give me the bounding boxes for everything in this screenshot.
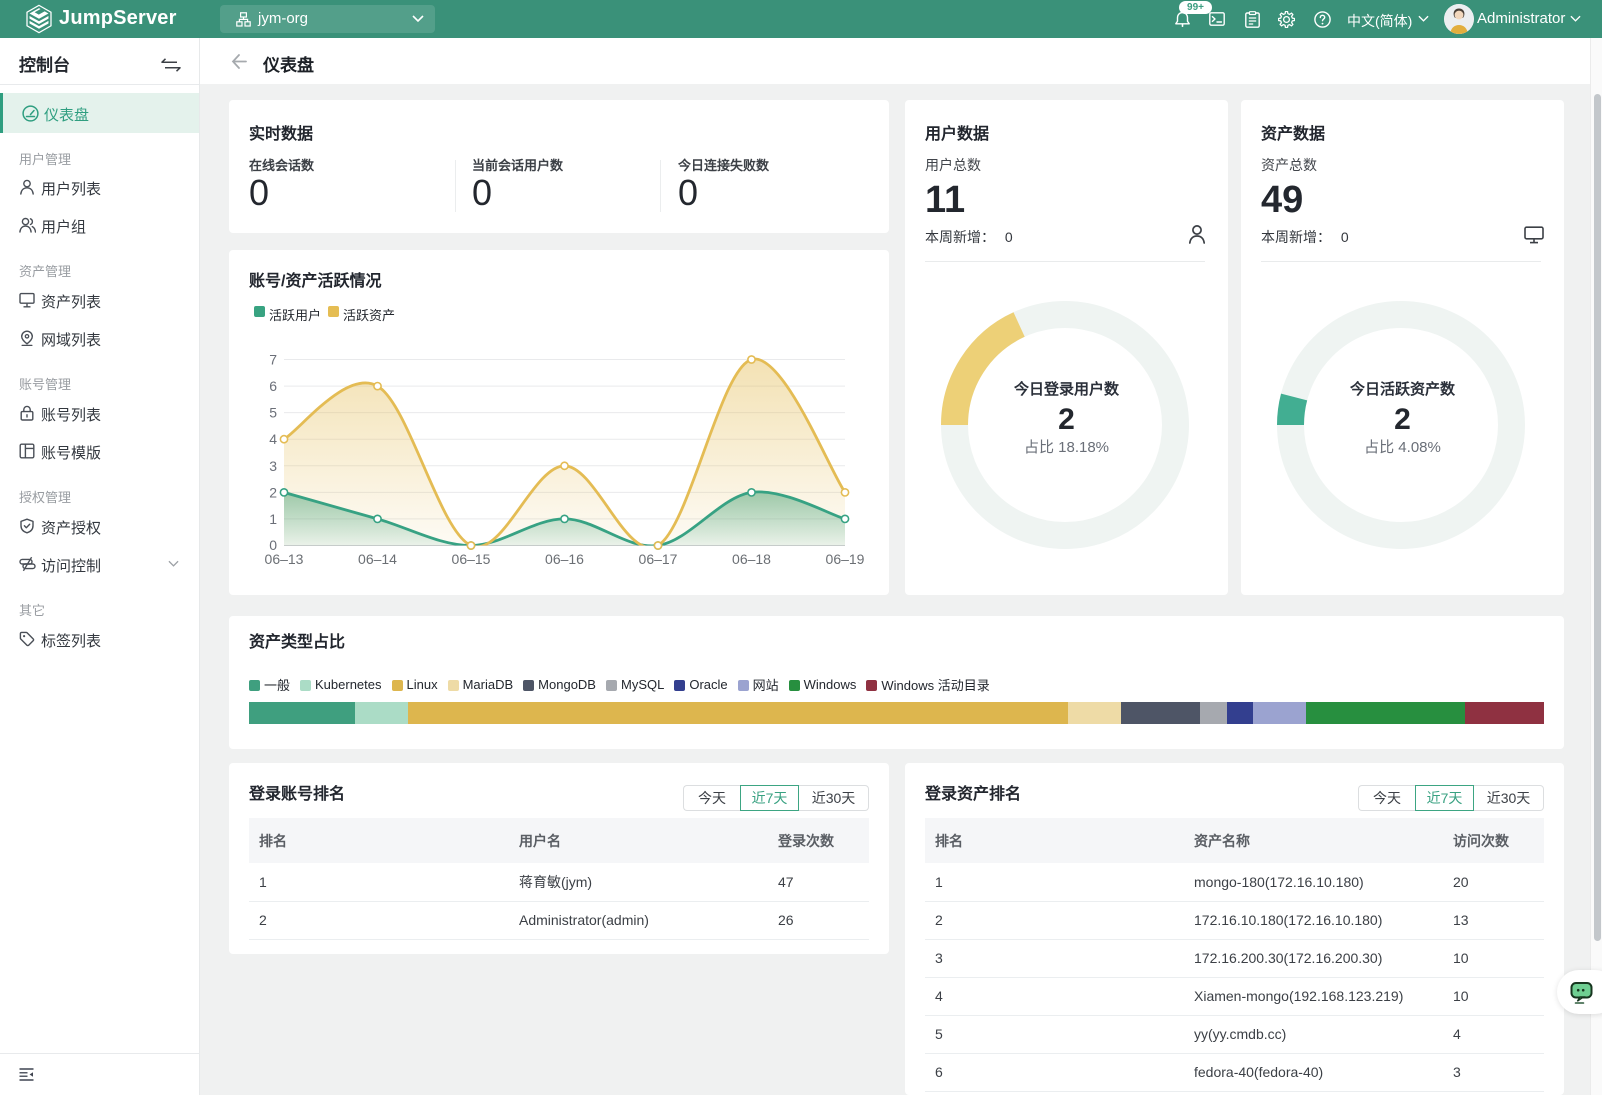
svg-text:06–14: 06–14 bbox=[358, 551, 397, 567]
svg-text:7: 7 bbox=[269, 352, 277, 368]
svg-text:06–15: 06–15 bbox=[452, 551, 491, 567]
svg-text:06–19: 06–19 bbox=[826, 551, 865, 567]
svg-text:06–13: 06–13 bbox=[265, 551, 304, 567]
svg-text:06–18: 06–18 bbox=[732, 551, 771, 567]
svg-text:2: 2 bbox=[269, 484, 277, 500]
svg-text:1: 1 bbox=[269, 511, 277, 527]
svg-text:3: 3 bbox=[269, 458, 277, 474]
svg-text:4: 4 bbox=[269, 431, 277, 447]
svg-text:5: 5 bbox=[269, 405, 277, 421]
svg-text:6: 6 bbox=[269, 378, 277, 394]
svg-text:06–17: 06–17 bbox=[639, 551, 678, 567]
svg-text:06–16: 06–16 bbox=[545, 551, 584, 567]
